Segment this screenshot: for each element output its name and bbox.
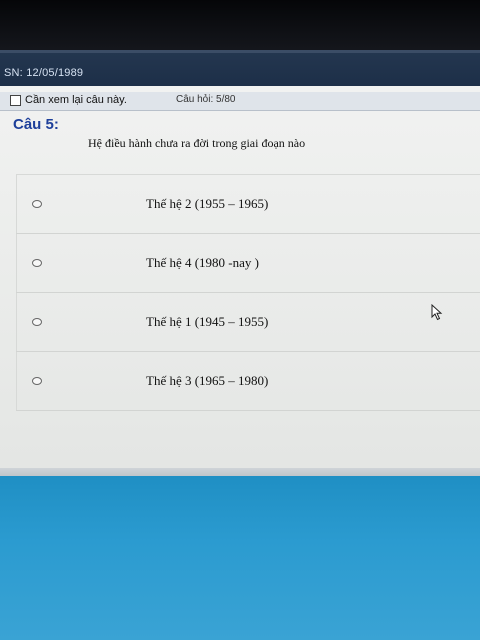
option-2[interactable]: Thế hệ 4 (1980 -nay ) (16, 234, 480, 293)
radio-icon[interactable] (32, 318, 42, 326)
dob-text: SN: 12/05/1989 (4, 67, 84, 79)
monitor-bezel (0, 0, 480, 52)
question-text: Hệ điều hành chưa ra đời trong giai đoạn… (88, 136, 306, 150)
radio-icon[interactable] (32, 377, 42, 385)
review-checkbox-icon[interactable] (10, 95, 21, 106)
question-count: Câu hỏi: 5/80 (176, 94, 236, 105)
radio-icon[interactable] (32, 259, 42, 267)
question-number: Câu 5: (13, 116, 59, 133)
desktop-background (0, 476, 480, 640)
option-label[interactable]: Thế hệ 2 (1955 – 1965) (146, 196, 268, 212)
option-label[interactable]: Thế hệ 1 (1945 – 1955) (146, 314, 268, 330)
option-label[interactable]: Thế hệ 4 (1980 -nay ) (146, 255, 259, 271)
option-3[interactable]: Thế hệ 1 (1945 – 1955) (16, 293, 480, 352)
header-bar: SN: 12/05/1989 (0, 53, 480, 87)
arrow-cursor-icon (431, 304, 443, 321)
option-4[interactable]: Thế hệ 3 (1965 – 1980) (16, 352, 480, 411)
option-label[interactable]: Thế hệ 3 (1965 – 1980) (146, 373, 268, 389)
option-1[interactable]: Thế hệ 2 (1955 – 1965) (16, 175, 480, 234)
radio-icon[interactable] (32, 200, 42, 208)
panel-bottom-edge (0, 468, 480, 476)
review-label[interactable]: Cần xem lại câu này. (25, 94, 127, 106)
